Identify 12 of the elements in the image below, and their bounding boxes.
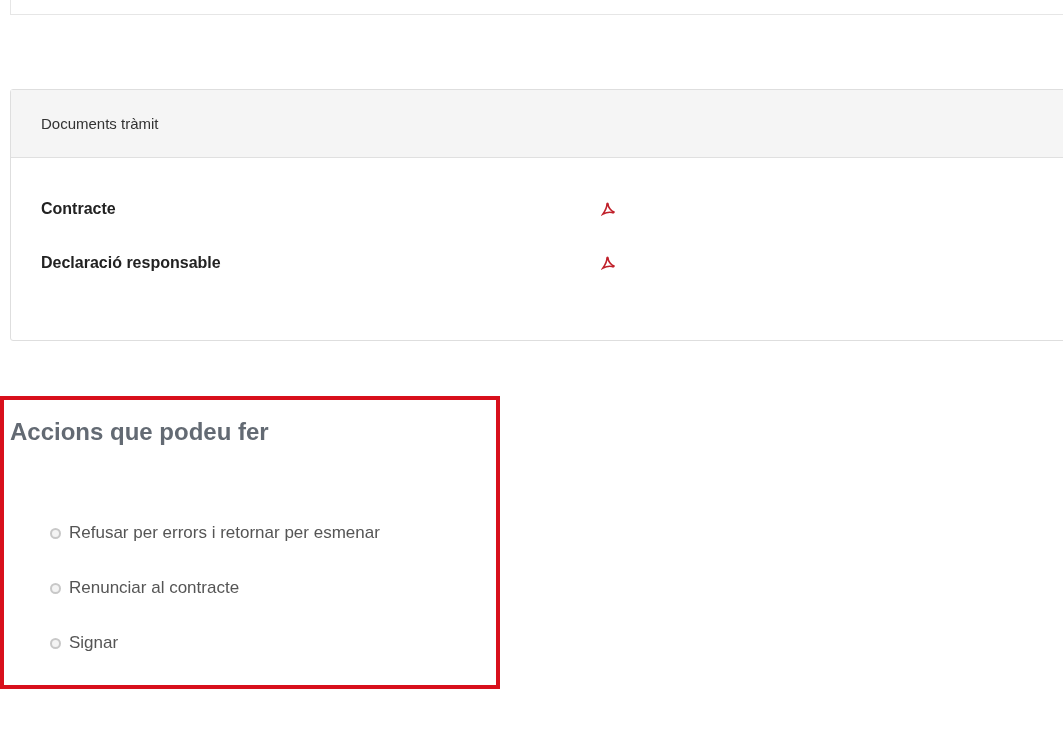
- radio-button[interactable]: [50, 637, 61, 649]
- pdf-icon[interactable]: [601, 255, 615, 270]
- section-heading: Accions que podeu fer: [10, 418, 270, 446]
- document-name: Declaració responsable: [41, 253, 222, 272]
- document-name: Contracte: [41, 199, 117, 218]
- panel-title: Documents tràmit: [41, 115, 159, 132]
- option-label[interactable]: Renunciar al contracte: [69, 578, 240, 598]
- radio-button[interactable]: [50, 527, 61, 539]
- radio-button[interactable]: [50, 582, 61, 594]
- option-label[interactable]: Refusar per errors i retornar per esmenar: [69, 523, 380, 543]
- option-label[interactable]: Signar: [69, 633, 119, 653]
- pdf-icon[interactable]: [601, 201, 615, 216]
